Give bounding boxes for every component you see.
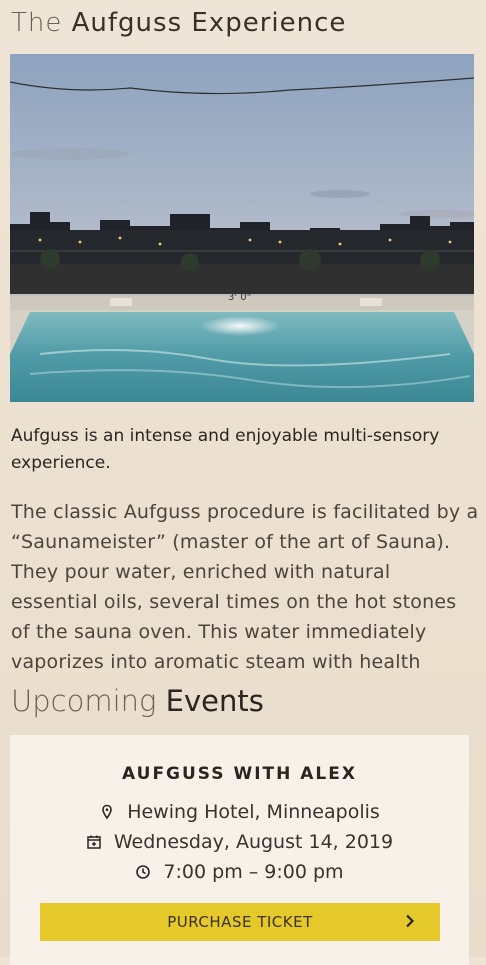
purchase-ticket-button[interactable]: PURCHASE TICKET	[40, 903, 440, 941]
intro-text: Aufguss is an intense and enjoyable mult…	[11, 426, 440, 473]
event-title: AUFGUSS WITH ALEX	[122, 764, 357, 784]
pool-depth-marking: 3' 0"	[228, 292, 251, 303]
map-pin-icon	[99, 803, 115, 820]
clock-icon	[135, 863, 151, 879]
event-card: AUFGUSS WITH ALEX Hewing Hotel, Minneapo…	[10, 735, 469, 965]
events-title-strong: Events	[165, 684, 264, 718]
chevron-right-icon	[402, 913, 418, 929]
event-time-row: 7:00 pm – 9:00 pm	[10, 861, 469, 883]
rooftop-pool-photo: 3' 0"	[10, 54, 474, 402]
page-title-strong: Aufguss Experience	[71, 8, 347, 38]
page-title: The Aufguss Experience	[11, 8, 346, 38]
page-title-light: The	[11, 8, 63, 38]
purchase-ticket-label: PURCHASE TICKET	[167, 913, 313, 931]
events-section-title: Upcoming Events	[11, 684, 264, 718]
event-date-row: Wednesday, August 14, 2019	[10, 831, 469, 853]
event-location-row: Hewing Hotel, Minneapolis	[10, 801, 469, 823]
event-date: Wednesday, August 14, 2019	[113, 831, 394, 853]
event-location: Hewing Hotel, Minneapolis	[127, 801, 380, 823]
event-time: 7:00 pm – 9:00 pm	[163, 861, 344, 883]
calendar-icon	[86, 833, 102, 849]
description-text: The classic Aufguss procedure is facilit…	[11, 501, 479, 672]
events-title-light: Upcoming	[11, 684, 157, 718]
